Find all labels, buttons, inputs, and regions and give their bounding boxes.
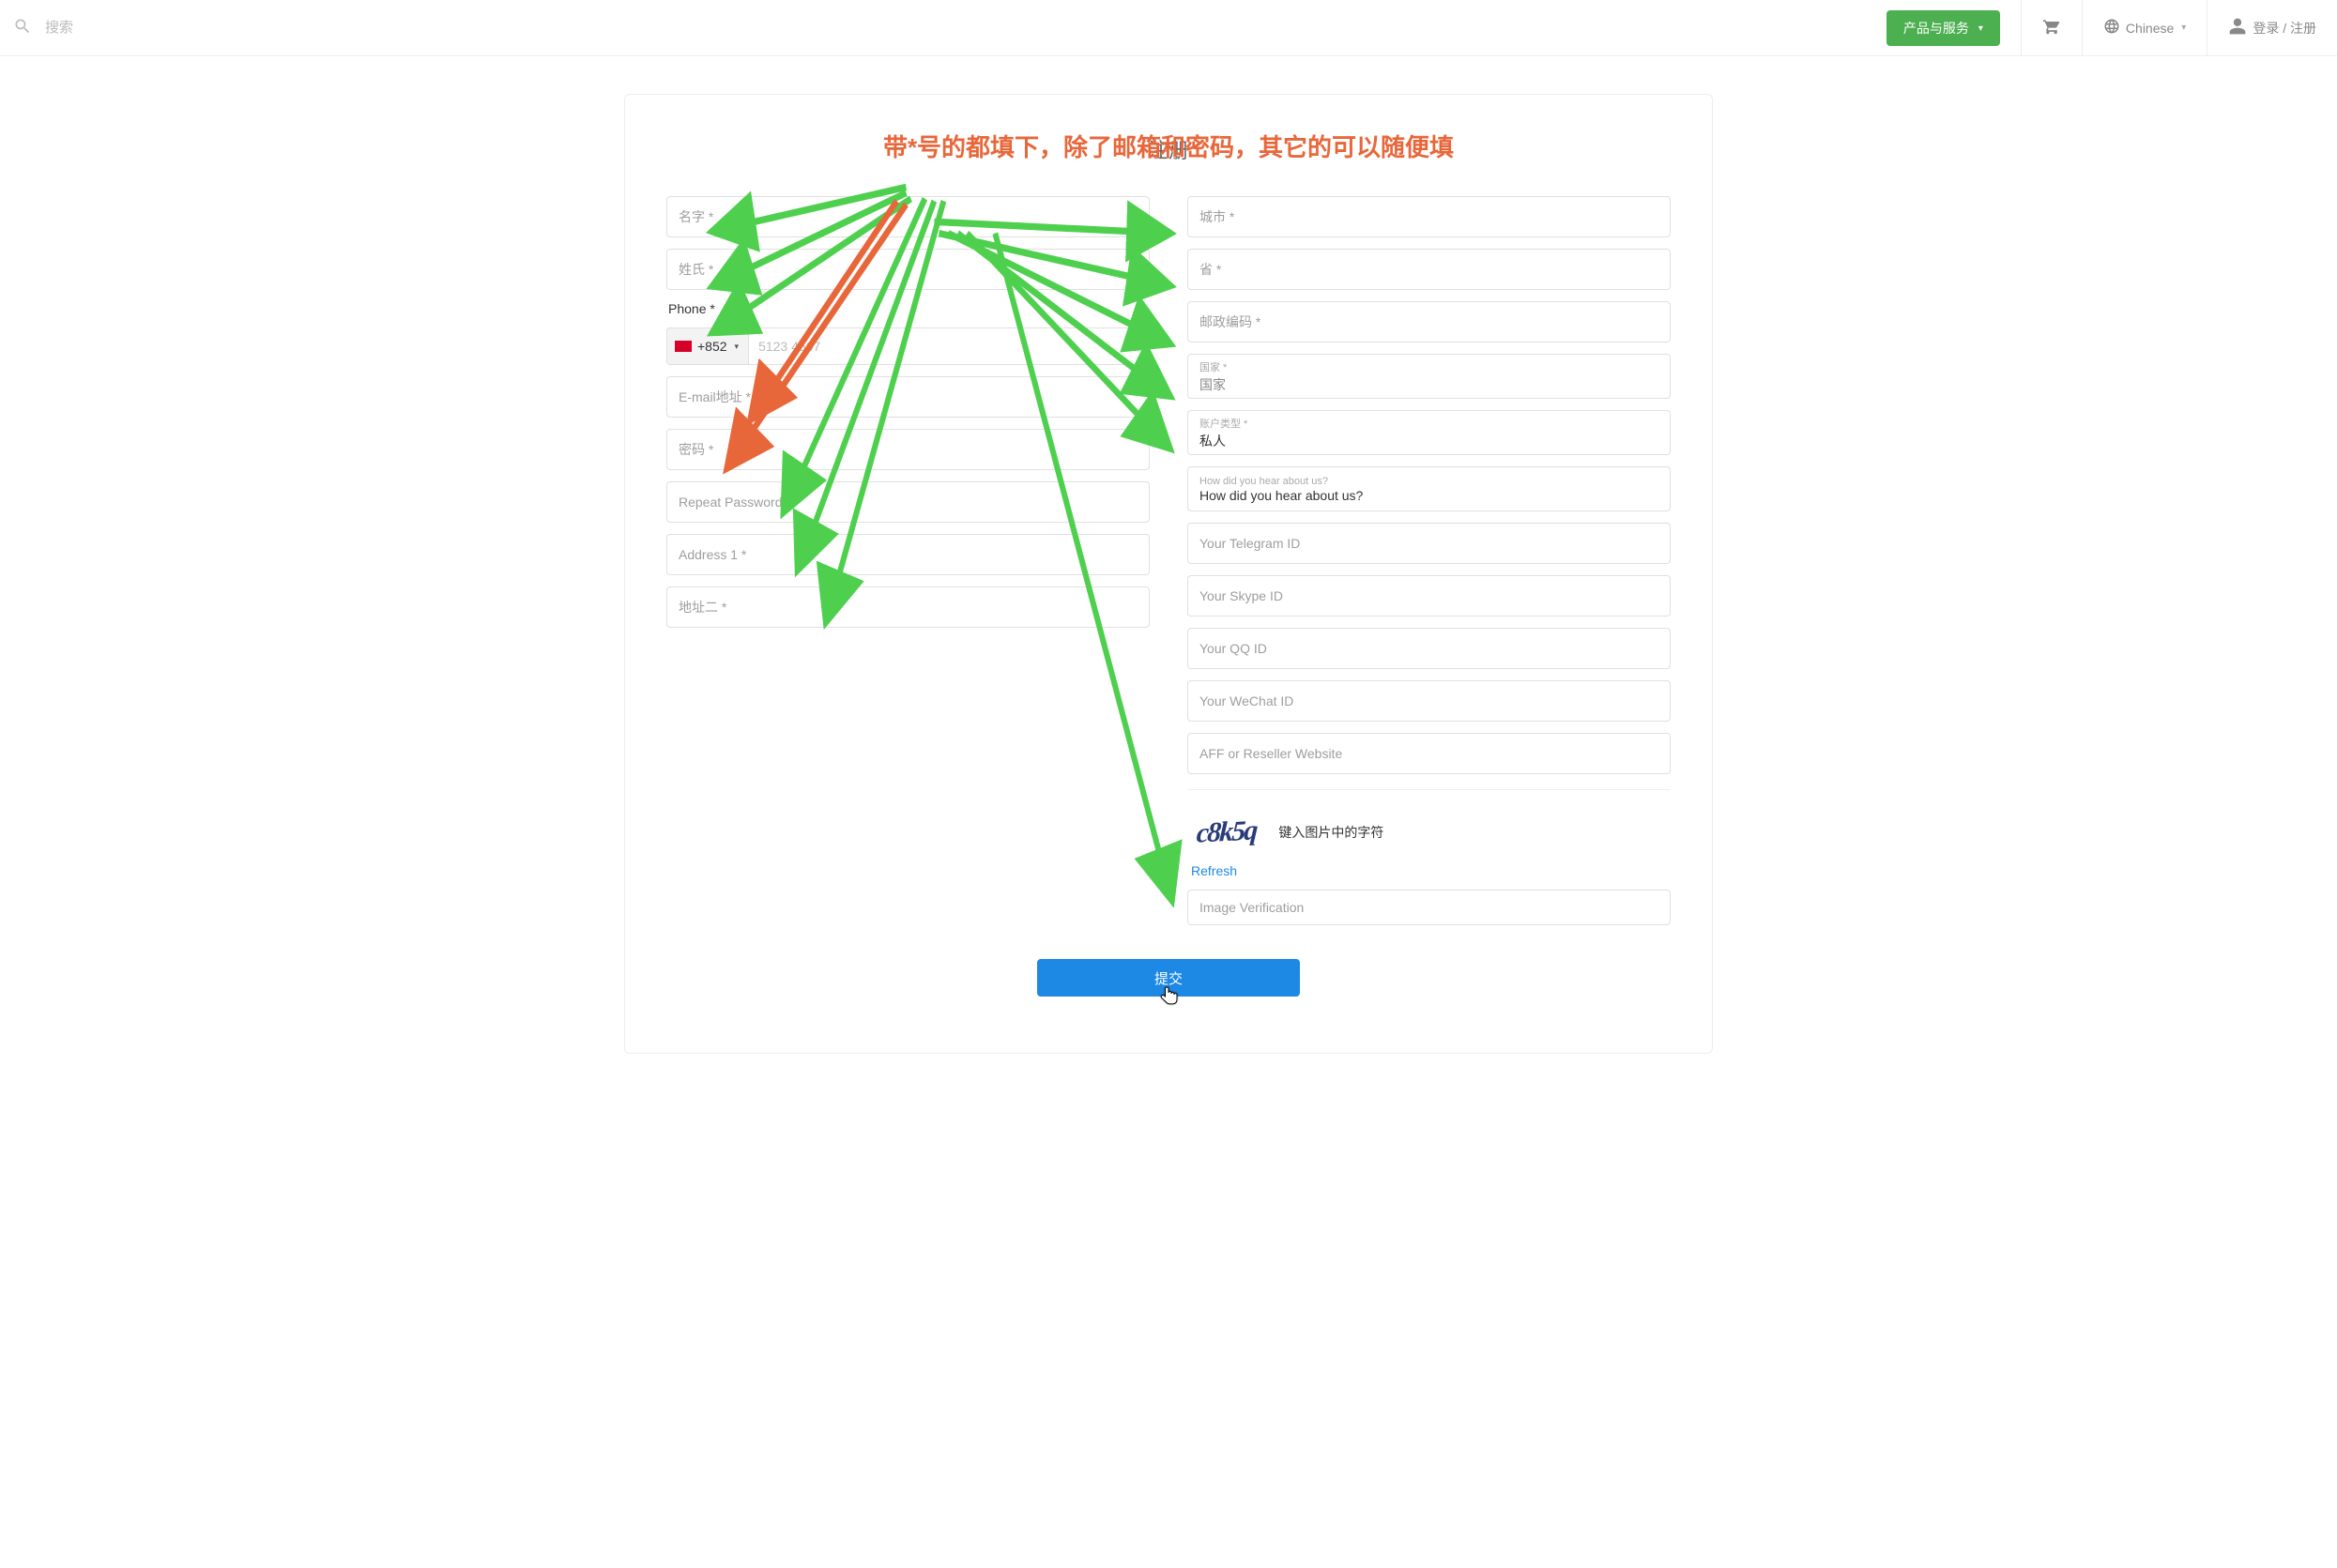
submit-label: 提交 <box>1154 971 1183 987</box>
postal-code-placeholder: 邮政编码 * <box>1199 312 1260 331</box>
phone-label: Phone * <box>666 301 1150 316</box>
last-name-placeholder: 姓氏 * <box>679 260 713 279</box>
phone-row: +852 ▾ <box>666 327 1150 365</box>
address-1-input[interactable]: Address 1 * <box>666 534 1150 575</box>
address-1-placeholder: Address 1 * <box>679 547 746 562</box>
login-register-button[interactable]: 登录 / 注册 <box>2207 0 2337 55</box>
language-switcher[interactable]: Chinese ▾ <box>2082 0 2207 55</box>
city-placeholder: 城市 * <box>1199 207 1234 226</box>
telegram-placeholder: Your Telegram ID <box>1199 536 1300 551</box>
first-name-input[interactable]: 名字 * <box>666 196 1150 237</box>
country-value: 国家 <box>1199 375 1226 394</box>
cart-button[interactable] <box>2021 0 2082 55</box>
phone-cc-value: +852 <box>697 339 727 354</box>
city-input[interactable]: 城市 * <box>1187 196 1671 237</box>
account-type-select[interactable]: 账户类型 * 私人 <box>1187 410 1671 455</box>
password-placeholder: 密码 * <box>679 440 713 459</box>
address-2-input[interactable]: 地址二 * <box>666 586 1150 628</box>
register-card: 注册 带*号的都填下，除了邮箱和密码，其它的可以随便填 名字 * 姓氏 * Ph… <box>624 94 1713 1054</box>
search-icon[interactable] <box>13 17 32 38</box>
captcha-label: 键入图片中的字符 <box>1278 823 1383 842</box>
search-input[interactable] <box>43 19 231 37</box>
left-column: 名字 * 姓氏 * Phone * +852 ▾ E-mail地址 * <box>666 196 1150 925</box>
chevron-down-icon: ▾ <box>1978 23 1983 34</box>
captcha-row: c8k5q 键入图片中的字符 <box>1187 809 1671 850</box>
flag-icon <box>675 341 692 352</box>
repeat-password-input[interactable]: Repeat Password * <box>666 481 1150 523</box>
email-placeholder: E-mail地址 * <box>679 388 751 406</box>
country-label: 国家 * <box>1199 359 1227 374</box>
qq-id-input[interactable]: Your QQ ID <box>1187 628 1671 669</box>
captcha-refresh-link[interactable]: Refresh <box>1187 863 1671 878</box>
header: 产品与服务 ▾ Chinese ▾ 登录 / 注册 <box>0 0 2337 56</box>
repeat-password-placeholder: Repeat Password * <box>679 495 791 510</box>
submit-wrap: 提交 <box>666 959 1671 997</box>
globe-icon <box>2103 18 2120 38</box>
telegram-id-input[interactable]: Your Telegram ID <box>1187 523 1671 564</box>
phone-country-code[interactable]: +852 ▾ <box>666 327 748 365</box>
caret-down-icon: ▾ <box>2181 23 2186 33</box>
affiliate-placeholder: AFF or Reseller Website <box>1199 746 1342 761</box>
skype-id-input[interactable]: Your Skype ID <box>1187 575 1671 617</box>
postal-code-input[interactable]: 邮政编码 * <box>1187 301 1671 343</box>
email-input[interactable]: E-mail地址 * <box>666 376 1150 418</box>
affiliate-website-input[interactable]: AFF or Reseller Website <box>1187 733 1671 774</box>
qq-placeholder: Your QQ ID <box>1199 641 1267 656</box>
captcha-input-placeholder: Image Verification <box>1199 900 1304 915</box>
card-title: 注册 <box>666 134 1671 164</box>
password-input[interactable]: 密码 * <box>666 429 1150 470</box>
province-input[interactable]: 省 * <box>1187 249 1671 290</box>
search-area <box>8 17 1866 38</box>
products-services-label: 产品与服务 <box>1903 19 1969 38</box>
login-register-label: 登录 / 注册 <box>2253 19 2316 38</box>
cart-icon <box>2042 17 2061 38</box>
language-label: Chinese <box>2126 21 2174 36</box>
header-right: 产品与服务 ▾ Chinese ▾ 登录 / 注册 <box>1866 0 2337 55</box>
caret-down-icon: ▾ <box>735 342 740 352</box>
wechat-placeholder: Your WeChat ID <box>1199 693 1293 708</box>
account-type-value: 私人 <box>1199 432 1226 450</box>
last-name-input[interactable]: 姓氏 * <box>666 249 1150 290</box>
first-name-placeholder: 名字 * <box>679 207 713 226</box>
country-select[interactable]: 国家 * 国家 <box>1187 354 1671 399</box>
captcha-input[interactable]: Image Verification <box>1187 890 1671 925</box>
hear-about-us-label: How did you hear about us? <box>1199 476 1328 487</box>
products-services-button[interactable]: 产品与服务 ▾ <box>1886 10 2000 46</box>
skype-placeholder: Your Skype ID <box>1199 588 1283 603</box>
user-icon <box>2228 17 2247 38</box>
phone-number-input[interactable] <box>748 327 1150 365</box>
address-2-placeholder: 地址二 * <box>679 598 726 617</box>
province-placeholder: 省 * <box>1199 260 1221 279</box>
right-column: 城市 * 省 * 邮政编码 * 国家 * 国家 账户类型 * 私人 How di <box>1187 196 1671 925</box>
submit-button[interactable]: 提交 <box>1037 959 1300 997</box>
hear-about-us-select[interactable]: How did you hear about us? How did you h… <box>1187 466 1671 511</box>
account-type-label: 账户类型 * <box>1199 416 1247 431</box>
hear-about-us-value: How did you hear about us? <box>1199 488 1363 503</box>
divider <box>1187 789 1671 790</box>
wechat-id-input[interactable]: Your WeChat ID <box>1187 680 1671 722</box>
captcha-image: c8k5q <box>1196 814 1257 849</box>
